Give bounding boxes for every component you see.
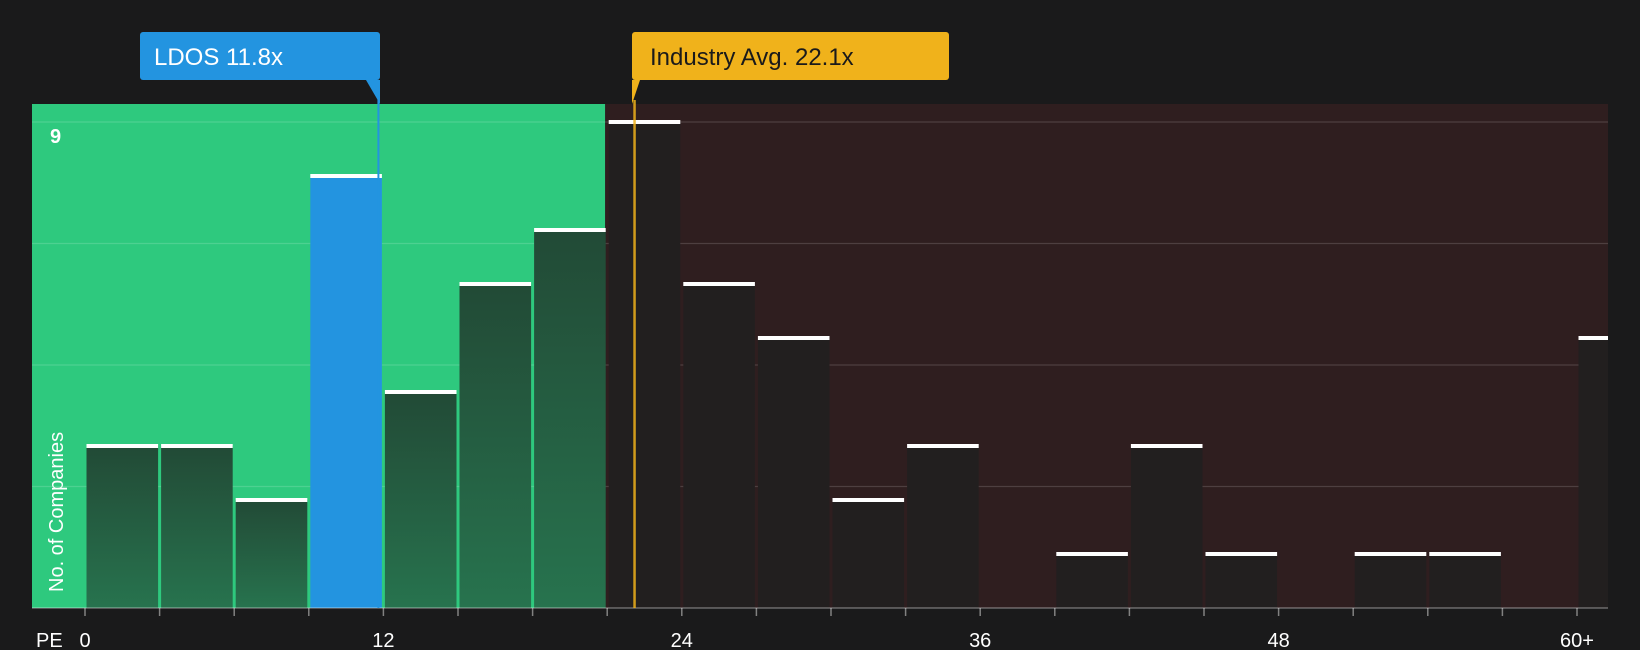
bar-cap: [907, 444, 979, 448]
bar: [161, 446, 233, 608]
x-tick-label: 60+: [1560, 630, 1594, 650]
bar: [1056, 554, 1128, 608]
bar-cap: [235, 498, 308, 502]
bar-cap: [1429, 552, 1501, 556]
bar-cap: [459, 282, 532, 286]
x-tick-label: 36: [969, 630, 991, 650]
y-max-label: 9: [50, 126, 61, 148]
bar: [1205, 554, 1278, 608]
bar: [310, 176, 382, 608]
overvalued-zone: [605, 104, 1608, 608]
bar: [608, 122, 681, 608]
bar: [459, 284, 532, 608]
bar-cap: [757, 336, 830, 340]
bar-cap: [1130, 444, 1203, 448]
bar: [1130, 446, 1203, 608]
bar: [1429, 554, 1501, 608]
bar: [235, 500, 308, 608]
bar-cap: [1056, 552, 1128, 556]
y-axis-label: No. of Companies: [46, 432, 68, 592]
bar: [832, 500, 905, 608]
bar-cap: [1354, 552, 1427, 556]
bar-cap: [384, 390, 457, 394]
bar-cap: [310, 174, 382, 178]
company-pe-label: LDOS 11.8x: [154, 44, 283, 71]
bar-cap: [161, 444, 233, 448]
pe-distribution-chart: 0 12 24 36 48 60+ 9 No. of Companies PE Indus…: [0, 0, 1640, 650]
bar-cap: [832, 498, 905, 502]
bar: [86, 446, 159, 608]
bar: [384, 392, 457, 608]
bar: [683, 284, 755, 608]
bar-cap: [608, 120, 681, 124]
bar: [907, 446, 979, 608]
bar-cap: [1578, 336, 1608, 340]
bar-cap: [1205, 552, 1278, 556]
x-tick-label: 24: [671, 630, 693, 650]
industry-avg-label: Industry Avg. 22.1x: [650, 44, 854, 71]
x-tick-label: 12: [372, 630, 394, 650]
bar: [1354, 554, 1427, 608]
bar: [534, 230, 606, 608]
bar: [1578, 338, 1608, 608]
bar: [757, 338, 830, 608]
bar-cap: [86, 444, 159, 448]
bar-cap: [534, 228, 606, 232]
bar-cap: [683, 282, 755, 286]
x-tick-label: 48: [1267, 630, 1289, 650]
x-tick-label: 0: [79, 630, 90, 650]
x-axis-label: PE: [36, 630, 63, 650]
